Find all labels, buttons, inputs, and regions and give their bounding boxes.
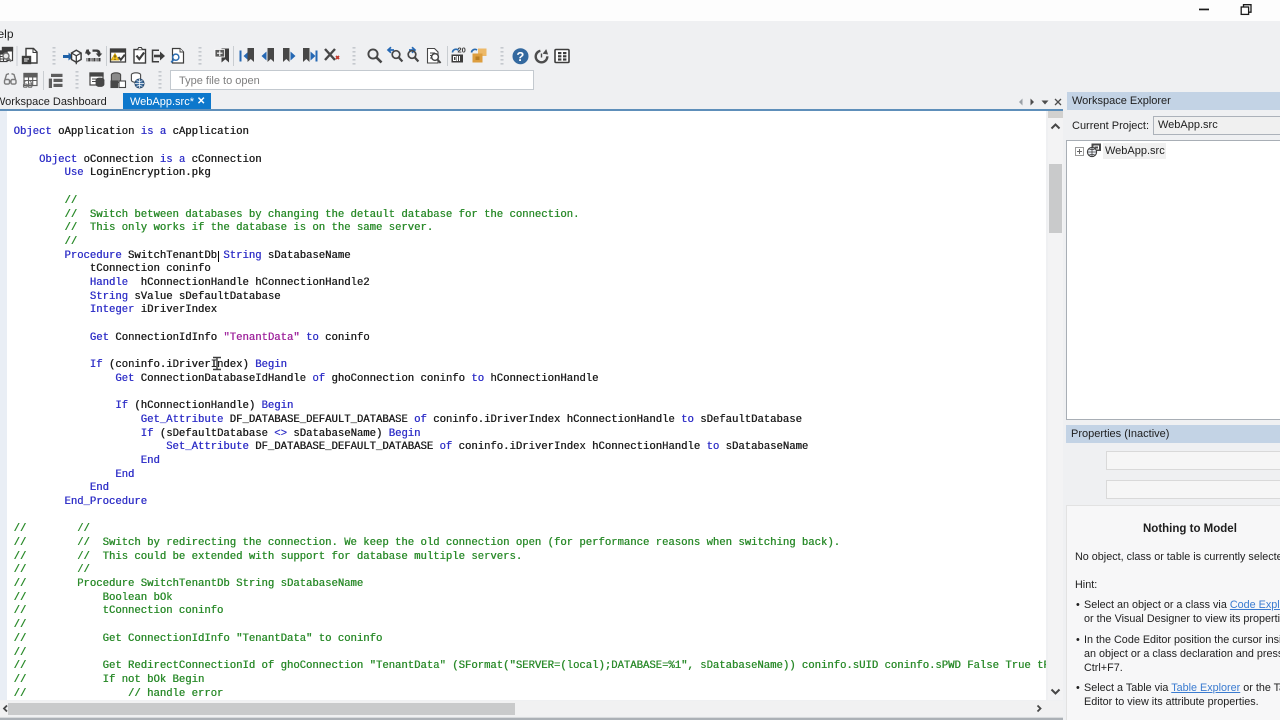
svg-text:20: 20: [458, 46, 466, 55]
svg-text:?: ?: [516, 49, 524, 64]
